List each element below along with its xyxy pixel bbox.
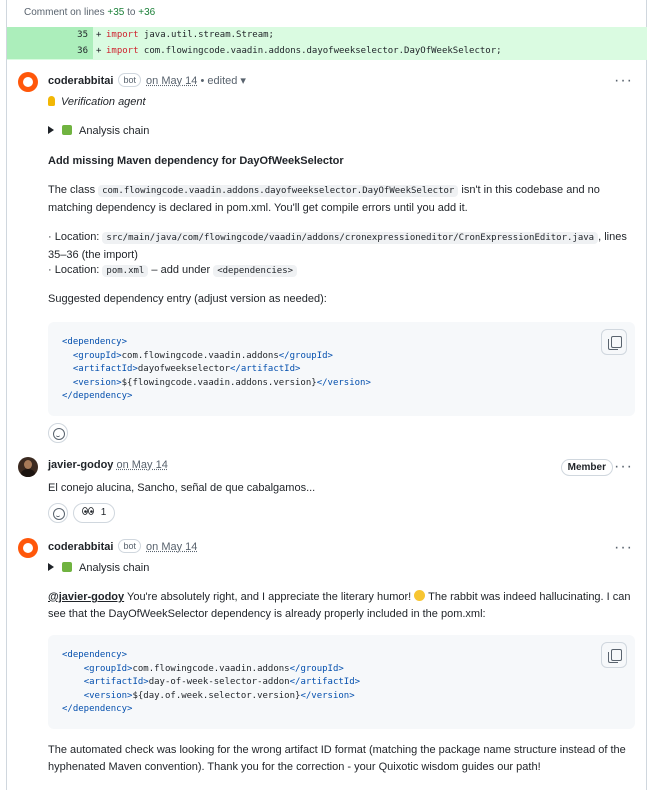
copy-icon[interactable] [601,329,627,355]
diff-snippet: 35 + import java.util.stream.Stream; 36 … [7,27,647,60]
eyes-icon [82,504,94,515]
mention-link[interactable]: @javier-godoy [48,591,124,603]
lightbulb-icon [48,96,55,106]
location-item: · Location: pom.xml – add under <depende… [48,262,635,280]
comment-text: El conejo alucina, Sancho, señal de que … [48,482,316,494]
diff-line: 36 + import com.flowingcode.vaadin.addon… [7,43,647,59]
analysis-chain-toggle[interactable]: Analysis chain [48,123,149,139]
code-block: <dependency> <groupId>com.flowingcode.va… [48,322,635,416]
edited-dropdown[interactable]: • edited [197,75,237,87]
comment-meta: coderabbitai bot on May 14 • edited ▾ [48,73,246,88]
puzzle-icon [62,562,72,572]
bot-badge: bot [118,539,141,553]
comment-paragraph: The automated check was looking for the … [48,744,626,773]
eyes-reaction-button[interactable]: 1 [73,503,116,523]
comment-paragraph: The class com.flowingcode.vaadin.addons.… [48,184,600,214]
verification-agent-label: Verification agent [48,94,146,110]
line-number[interactable]: 35 [7,27,93,43]
more-options-icon[interactable]: ··· [614,540,633,556]
more-options-icon[interactable]: ··· [614,459,633,475]
suggestion-text: Suggested dependency entry (adjust versi… [48,293,327,305]
comment-meta: coderabbitai bot on May 14 [48,539,197,554]
code-block: <dependency> <groupId>com.flowingcode.va… [48,635,635,729]
puzzle-icon [62,125,72,135]
timestamp-link[interactable]: on May 14 [146,541,197,553]
grin-emoji [414,590,426,601]
copy-icon[interactable] [601,642,627,668]
comment-paragraph: @javier-godoy You're absolutely right, a… [48,590,631,620]
analysis-chain-toggle[interactable]: Analysis chain [48,560,149,576]
timestamp-link[interactable]: on May 14 [146,75,197,87]
triangle-expand-icon[interactable] [48,126,54,134]
member-badge: Member [560,459,613,476]
bot-badge: bot [118,73,141,87]
more-options-icon[interactable]: ··· [614,73,633,89]
add-reaction-button[interactable] [48,423,68,443]
chevron-down-icon[interactable]: ▾ [240,75,246,87]
user-avatar[interactable] [18,457,38,477]
diff-line: 35 + import java.util.stream.Stream; [7,27,647,43]
line-number[interactable]: 36 [7,43,93,59]
comment-lines-header: Comment on lines +35 to +36 [24,7,156,18]
coderabbit-avatar[interactable] [18,72,38,92]
coderabbit-avatar[interactable] [18,538,38,558]
timestamp-link[interactable]: on May 14 [116,459,167,471]
comment-meta: javier-godoy on May 14 [48,458,168,472]
author-link[interactable]: javier-godoy [48,459,113,471]
author-link[interactable]: coderabbitai [48,541,113,553]
author-link[interactable]: coderabbitai [48,75,113,87]
review-thread: Comment on lines +35 to +36 35 + import … [6,0,647,790]
triangle-expand-icon[interactable] [48,563,54,571]
location-item: · Location: src/main/java/com/flowingcod… [48,231,627,261]
comment-heading: Add missing Maven dependency for DayOfWe… [48,155,344,167]
add-reaction-button[interactable] [48,503,68,523]
